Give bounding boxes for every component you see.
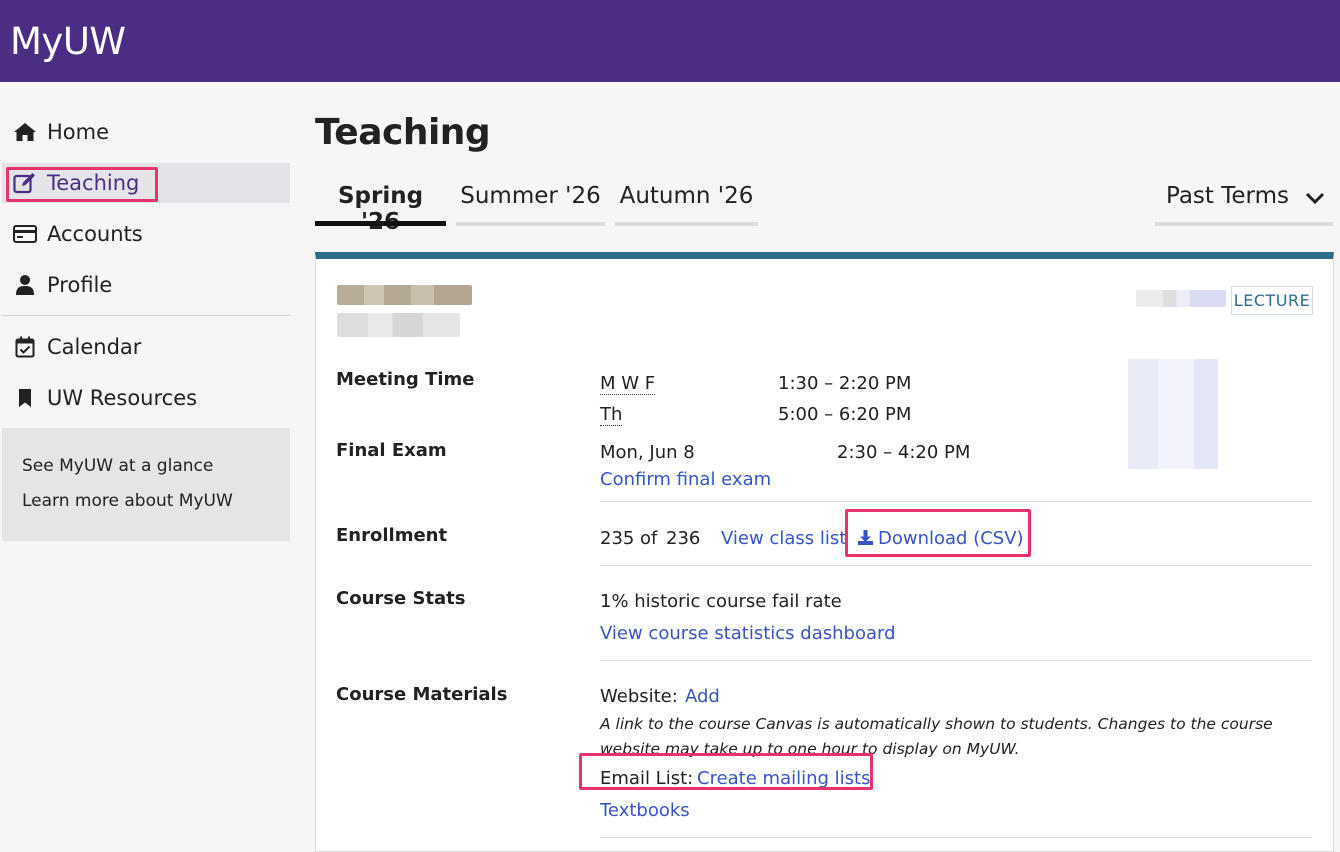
page-title: Teaching: [315, 112, 491, 153]
tab-spring-26[interactable]: Spring '26: [315, 180, 446, 235]
course-stats-label: Course Stats: [336, 588, 466, 609]
download-csv-label: Download (CSV): [878, 528, 1024, 549]
tab-label: Summer '26: [460, 183, 601, 209]
meeting-days: Th: [600, 404, 623, 426]
myuw-glance-panel: See MyUW at a glance Learn more about My…: [2, 428, 290, 541]
enrollment-label: Enrollment: [336, 525, 448, 546]
meeting-time-value: 5:00 – 6:20 PM: [778, 404, 912, 425]
sidebar-item-label: Home: [47, 120, 110, 144]
add-website-link[interactable]: Add: [685, 686, 720, 707]
final-exam-date: Mon, Jun 8: [600, 442, 695, 463]
past-terms-dropdown[interactable]: Past Terms: [1155, 180, 1333, 226]
tab-label: Autumn '26: [619, 183, 754, 209]
course-title-redacted: [337, 285, 472, 305]
sidebar-item-label: Teaching: [47, 171, 140, 195]
credit-card-icon: [12, 223, 38, 245]
myuw-logo[interactable]: MyUW: [10, 20, 126, 63]
website-note: A link to the course Canvas is automatic…: [600, 715, 1273, 758]
meeting-days-abbr: M W F: [600, 373, 656, 395]
final-exam-time: 2:30 – 4:20 PM: [837, 442, 971, 463]
tab-label: Spring '26: [337, 183, 424, 235]
create-mailing-lists-link[interactable]: Create mailing lists: [697, 768, 870, 789]
download-csv-link[interactable]: Download (CSV): [857, 528, 1024, 551]
confirm-final-exam-link[interactable]: Confirm final exam: [600, 469, 771, 490]
fail-rate-text: 1% historic course fail rate: [600, 591, 842, 612]
meeting-days-abbr: Th: [600, 404, 623, 426]
calendar-check-icon: [12, 336, 38, 358]
learn-more-about-myuw-link[interactable]: Learn more about MyUW: [22, 491, 233, 511]
tab-summer-26[interactable]: Summer '26: [456, 180, 605, 226]
top-header-bar: MyUW: [0, 0, 1340, 82]
meeting-days: M W F: [600, 373, 656, 395]
see-myuw-at-a-glance-link[interactable]: See MyUW at a glance: [22, 456, 213, 476]
website-label: Website:: [600, 686, 678, 707]
section-divider: [600, 501, 1312, 502]
bookmark-icon: [12, 387, 38, 409]
home-icon: [12, 121, 38, 143]
section-divider: [600, 837, 1312, 838]
course-materials-label: Course Materials: [336, 684, 508, 705]
view-class-list-link[interactable]: View class list: [721, 528, 846, 549]
sidebar-item-label: Accounts: [47, 222, 143, 246]
textbooks-link[interactable]: Textbooks: [600, 800, 690, 821]
tab-underline: [1155, 222, 1333, 226]
meeting-time-value: 1:30 – 2:20 PM: [778, 373, 912, 394]
course-subtitle-redacted: [337, 313, 460, 337]
chevron-down-icon: [1305, 186, 1325, 212]
tab-underline: [615, 222, 758, 226]
sidebar-nav: Home Teaching Accounts Profile Calendar …: [0, 82, 300, 845]
sidebar-item-profile[interactable]: Profile: [2, 265, 290, 305]
sidebar-item-label: UW Resources: [47, 386, 198, 410]
tab-underline: [315, 221, 446, 226]
tab-autumn-26[interactable]: Autumn '26: [615, 180, 758, 226]
sidebar-item-home[interactable]: Home: [2, 112, 290, 152]
section-divider: [600, 660, 1312, 661]
sidebar-item-label: Profile: [47, 273, 113, 297]
user-icon: [12, 274, 38, 296]
sidebar-item-accounts[interactable]: Accounts: [2, 214, 290, 254]
enrollment-limit: 236: [666, 528, 701, 549]
section-divider: [600, 565, 1312, 566]
past-terms-label: Past Terms: [1166, 183, 1289, 209]
enrollment-of: of: [640, 528, 658, 549]
sidebar-item-calendar[interactable]: Calendar: [2, 327, 290, 367]
final-exam-label: Final Exam: [336, 440, 447, 461]
tab-underline: [456, 222, 605, 226]
sidebar-item-teaching[interactable]: Teaching: [2, 163, 290, 203]
course-card: LECTURE Meeting Time M W F 1:30 – 2:20 P…: [315, 252, 1334, 852]
instructor-photo-redacted: [1128, 359, 1248, 469]
edit-icon: [12, 172, 38, 194]
lecture-badge: LECTURE: [1231, 286, 1313, 315]
sidebar-item-uw-resources[interactable]: UW Resources: [2, 378, 290, 418]
enrollment-current: 235: [600, 528, 635, 549]
course-stats-dashboard-link[interactable]: View course statistics dashboard: [600, 623, 896, 644]
sidebar-item-label: Calendar: [47, 335, 142, 359]
meeting-time-label: Meeting Time: [336, 369, 475, 390]
email-list-label: Email List:: [600, 768, 694, 789]
section-id-redacted: [1136, 290, 1226, 307]
download-icon: [857, 529, 874, 551]
sidebar-divider: [2, 315, 290, 316]
